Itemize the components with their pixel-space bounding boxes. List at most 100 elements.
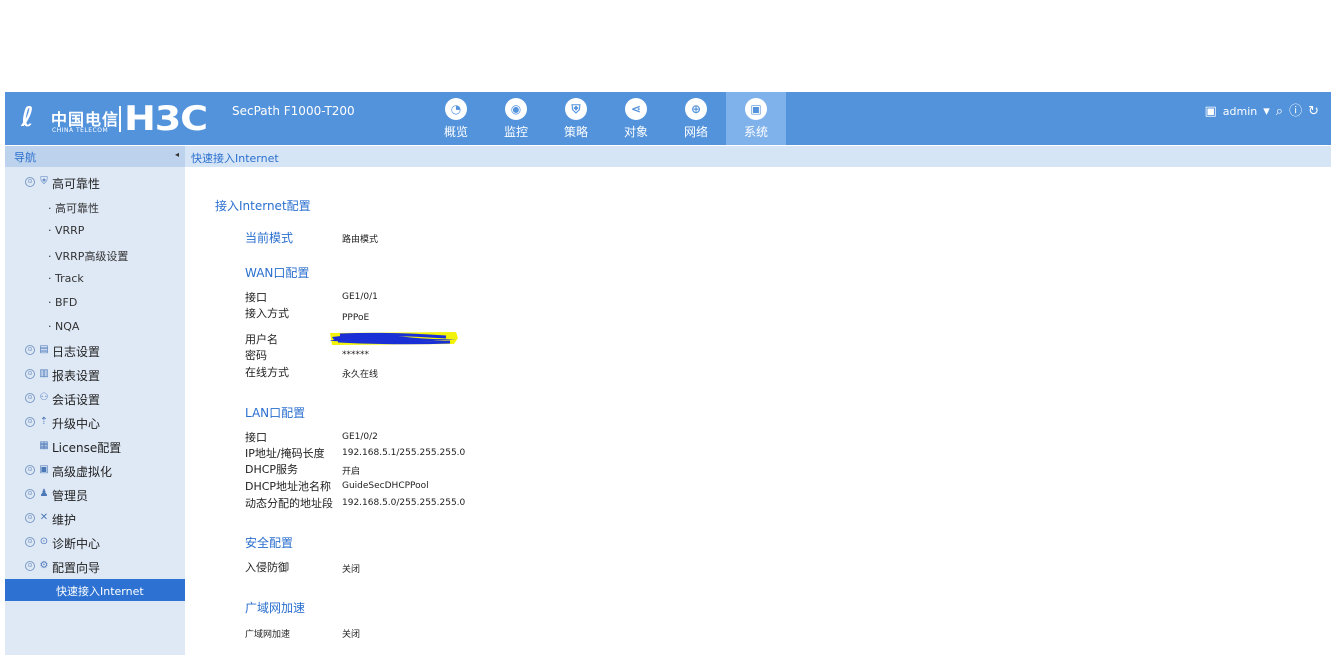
sidebar-item-diagnosis-center[interactable]: ⊙ ⊙ 诊断中心	[5, 532, 185, 554]
sidebar-subitem[interactable]: · BFD	[5, 292, 185, 314]
sidebar-item-quick-internet[interactable]: 快速接入Internet	[5, 579, 185, 601]
security-section-title: 安全配置	[245, 536, 294, 550]
collapse-toggle-icon[interactable]: ⊙	[25, 417, 35, 427]
lan-range-label: 动态分配的地址段	[245, 497, 333, 510]
sidebar-subitem[interactable]: · VRRP	[5, 220, 185, 242]
nav-tab-label: 概览	[443, 125, 468, 139]
nav-tab-label: 系统	[743, 125, 768, 139]
search-icon[interactable]: ⌕	[1276, 105, 1283, 118]
virtualization-icon: ▣	[39, 464, 49, 475]
collapse-toggle-icon[interactable]: ⊙	[25, 369, 35, 379]
sidebar-title: 导航	[14, 151, 36, 164]
ips-label: 入侵防御	[245, 561, 289, 574]
sidebar-subitem-label: · NQA	[48, 320, 80, 333]
wan-access-value: PPPoE	[342, 313, 370, 323]
lan-ip-label: IP地址/掩码长度	[245, 447, 325, 460]
sidebar-subitem[interactable]: · Track	[5, 268, 185, 290]
collapse-toggle-icon[interactable]: ⊙	[25, 393, 35, 403]
collapse-toggle-icon[interactable]: ⊙	[25, 177, 35, 187]
lan-dhcp-value: 开启	[342, 467, 361, 477]
wan-accel-value: 关闭	[342, 630, 361, 640]
sidebar-subitem-label: · Track	[48, 272, 84, 285]
nav-tab-policy[interactable]: ⛨ 策略	[546, 92, 606, 145]
lan-dhcp-pool-label: DHCP地址池名称	[245, 480, 332, 493]
breadcrumb-item[interactable]: 快速接入Internet	[191, 150, 279, 166]
sidebar-item-label: 高可靠性	[52, 177, 101, 191]
product-name: SecPath F1000-T200	[232, 104, 355, 118]
china-telecom-en: CHINA TELECOM	[52, 127, 109, 134]
sidebar-header: 导航	[5, 146, 185, 167]
nav-tab-network[interactable]: ⊕ 网络	[666, 92, 726, 145]
sidebar-subitem[interactable]: · VRRP高级设置	[5, 244, 185, 266]
sidebar-subitem[interactable]: · NQA	[5, 316, 185, 338]
lan-range-value: 192.168.5.0/255.255.255.0	[342, 498, 466, 508]
shield-icon: ⛨	[565, 98, 587, 120]
nav-tab-monitor[interactable]: ◉ 监控	[486, 92, 546, 145]
help-icon[interactable]: ⓘ	[1289, 105, 1302, 118]
sidebar-item-label: License配置	[52, 441, 122, 455]
wan-password-value: ******	[342, 350, 369, 360]
collapse-toggle-icon[interactable]: ⊙	[25, 465, 35, 475]
lan-interface-label: 接口	[245, 431, 267, 444]
logout-icon[interactable]: ↻	[1308, 105, 1319, 118]
sidebar-item-high-availability[interactable]: ⊙ ⛨ 高可靠性	[5, 172, 185, 194]
lan-dhcp-pool-value: GuideSecDHCPPool	[342, 481, 429, 491]
session-icon: ⚇	[39, 392, 49, 403]
caret-down-icon[interactable]: ▾	[1263, 105, 1270, 118]
user-menu[interactable]: admin	[1223, 105, 1257, 118]
wan-section-title: WAN口配置	[245, 266, 310, 280]
lan-interface-value: GE1/0/2	[342, 432, 378, 442]
globe-icon: ⊕	[685, 98, 707, 120]
share-icon: ⋖	[625, 98, 647, 120]
collapse-toggle-icon[interactable]: ⊙	[25, 537, 35, 547]
top-header: ℓ 中国电信 CHINA TELECOM H3C SecPath F1000-T…	[5, 92, 1331, 145]
collapse-toggle-icon[interactable]: ⊙	[25, 489, 35, 499]
collapse-toggle-icon[interactable]: ⊙	[25, 561, 35, 571]
nav-tab-label: 网络	[683, 125, 708, 139]
sidebar-item-log-settings[interactable]: ⊙ ▤ 日志设置	[5, 340, 185, 362]
sidebar-item-license[interactable]: ▦ License配置	[5, 436, 185, 458]
sidebar-item-label: 诊断中心	[52, 537, 101, 551]
sidebar-item-label: 管理员	[52, 489, 89, 503]
china-telecom-logo: ℓ 中国电信 CHINA TELECOM	[21, 100, 119, 138]
sidebar-subitem[interactable]: · 高可靠性	[5, 196, 185, 218]
save-icon[interactable]: ▣	[1205, 105, 1217, 118]
h3c-logo: H3C	[124, 99, 208, 139]
sidebar-item-maintenance[interactable]: ⊙ ✕ 维护	[5, 508, 185, 530]
nav-tab-label: 对象	[623, 125, 648, 139]
sidebar-item-config-wizard[interactable]: ⊙ ⚙ 配置向导	[5, 556, 185, 578]
nav-tab-system[interactable]: ▣ 系统	[726, 92, 786, 145]
sidebar-item-label: 会话设置	[52, 393, 101, 407]
sidebar-item-administrators[interactable]: ⊙ ♟ 管理员	[5, 484, 185, 506]
collapse-toggle-icon[interactable]: ⊙	[25, 345, 35, 355]
sidebar: ⊙ ⛨ 高可靠性 · 高可靠性 · VRRP · VRRP高级设置 · Trac…	[5, 167, 185, 655]
lan-ip-value: 192.168.5.1/255.255.255.0	[342, 448, 466, 458]
sidebar-item-session-settings[interactable]: ⊙ ⚇ 会话设置	[5, 388, 185, 410]
logo-divider	[119, 106, 121, 132]
sidebar-item-report-settings[interactable]: ⊙ ▥ 报表设置	[5, 364, 185, 386]
sidebar-item-label: 配置向导	[52, 561, 101, 575]
collapse-sidebar-icon[interactable]: ◂	[175, 150, 179, 159]
sidebar-subitem-label: · VRRP	[48, 224, 85, 237]
system-icon: ▣	[745, 98, 767, 120]
nav-tab-label: 策略	[563, 125, 588, 139]
sidebar-item-upgrade-center[interactable]: ⊙ ⇡ 升级中心	[5, 412, 185, 434]
wizard-icon: ⚙	[39, 560, 49, 571]
china-telecom-emblem-icon: ℓ	[21, 102, 34, 133]
lan-section-title: LAN口配置	[245, 406, 306, 420]
sidebar-subitem-label: · VRRP高级设置	[48, 250, 129, 263]
diagnosis-icon: ⊙	[39, 536, 49, 547]
nav-tab-overview[interactable]: ◔ 概览	[426, 92, 486, 145]
sidebar-item-label: 高级虚拟化	[52, 465, 113, 479]
sidebar-item-label: 维护	[52, 513, 77, 527]
monitor-icon: ◉	[505, 98, 527, 120]
sidebar-item-advanced-virtualization[interactable]: ⊙ ▣ 高级虚拟化	[5, 460, 185, 482]
page-title: 接入Internet配置	[215, 199, 311, 213]
logo: ℓ 中国电信 CHINA TELECOM H3C	[21, 100, 208, 138]
main-content: 接入Internet配置 当前模式 路由模式 WAN口配置 接口 GE1/0/1…	[185, 167, 1331, 655]
collapse-toggle-icon[interactable]: ⊙	[25, 513, 35, 523]
nav-tab-object[interactable]: ⋖ 对象	[606, 92, 666, 145]
current-mode-value: 路由模式	[342, 235, 379, 245]
sidebar-subitem-label: · 高可靠性	[48, 202, 99, 215]
upload-icon: ⇡	[39, 416, 49, 427]
